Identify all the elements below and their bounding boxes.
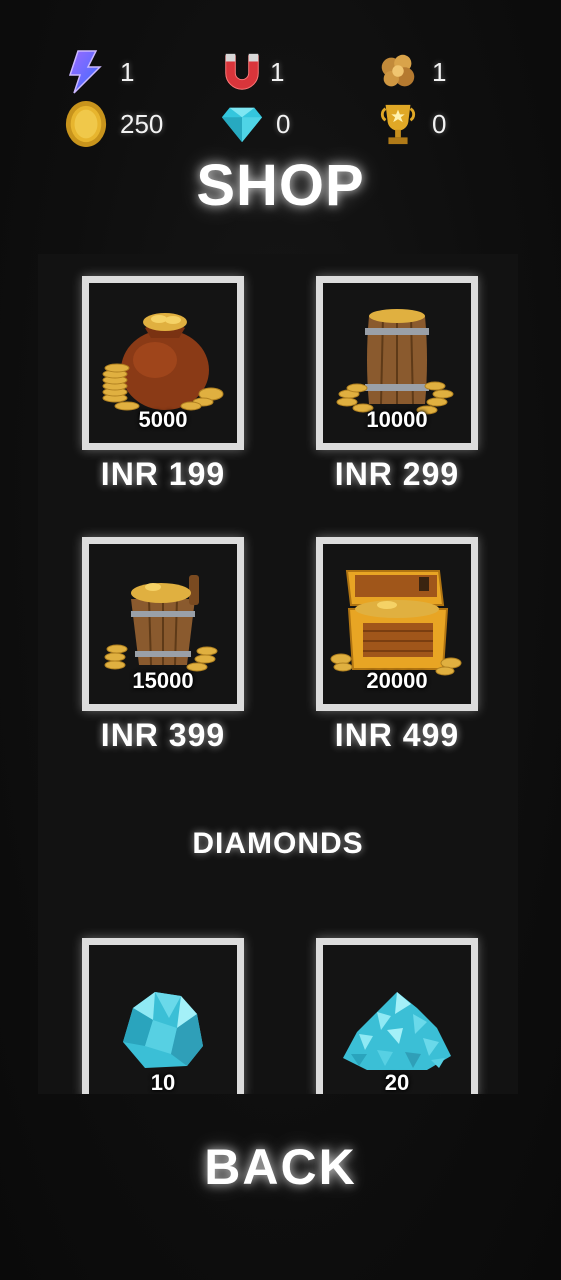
diamonds-stat: 0	[220, 99, 290, 149]
energy-stat: 1	[64, 47, 134, 97]
coin-pack-amount: 20000	[366, 668, 428, 693]
diamonds-count: 0	[276, 108, 291, 139]
coin-pack-amount: 5000	[138, 407, 188, 432]
trophy-icon	[376, 102, 420, 146]
coin-pack-card-20000[interactable]: 20000	[316, 537, 478, 711]
diamond-pack-amount: 10	[150, 1070, 176, 1094]
explosion-stat: 1	[376, 47, 446, 97]
magnet-stat: 1	[220, 47, 284, 97]
diamonds-section-label: DIAMONDS	[192, 827, 364, 860]
explosion-icon	[376, 50, 420, 94]
energy-count: 1	[120, 56, 135, 87]
coins-count: 250	[120, 108, 164, 139]
coin-pack-amount: 15000	[132, 668, 194, 693]
coin-pack-price[interactable]: INR 299	[297, 456, 497, 493]
diamond-pack-amount: 20	[384, 1070, 410, 1094]
coin-pack-price[interactable]: INR 399	[63, 717, 263, 754]
diamond-pack-card-20[interactable]: 20	[316, 938, 478, 1094]
coin-pack-price[interactable]: INR 499	[297, 717, 497, 754]
diamond-pack-card-10[interactable]: 10	[82, 938, 244, 1094]
trophies-stat: 0	[376, 99, 446, 149]
trophies-count: 0	[432, 108, 447, 139]
coin-pack-amount: 10000	[366, 407, 428, 432]
lightning-bolt-icon	[64, 50, 108, 94]
coin-pack-card-10000[interactable]: 10000	[316, 276, 478, 450]
coin-pack-price[interactable]: INR 199	[63, 456, 263, 493]
shop-screen: 1 1 1 250 0 0 SHOP 5000 INR 199 10000 IN…	[0, 0, 561, 1280]
back-button[interactable]: BACK	[0, 1138, 561, 1196]
page-title: SHOP	[196, 153, 365, 218]
explosion-count: 1	[432, 56, 447, 87]
shop-panel[interactable]: 5000 INR 199 10000 INR 299 15000 INR 399…	[38, 254, 518, 1094]
coin-pack-card-5000[interactable]: 5000	[82, 276, 244, 450]
gold-coin-icon	[64, 101, 108, 147]
coins-stat: 250	[64, 99, 163, 149]
coin-pack-card-15000[interactable]: 15000	[82, 537, 244, 711]
magnet-count: 1	[270, 56, 285, 87]
diamond-icon	[220, 102, 264, 146]
magnet-icon	[220, 50, 264, 94]
